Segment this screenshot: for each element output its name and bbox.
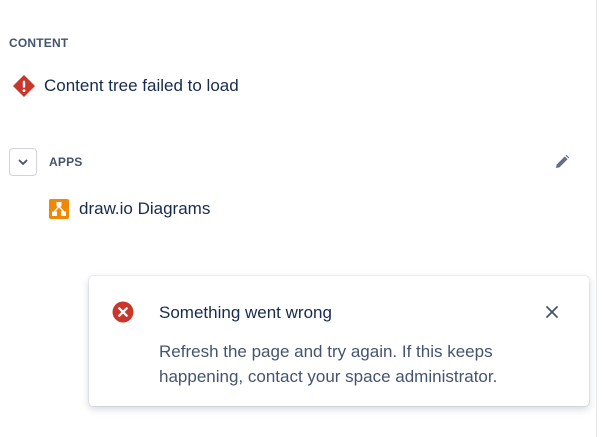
error-flag: Something went wrong Refresh the page an…: [89, 276, 589, 406]
flag-message: Refresh the page and try again. If this …: [159, 342, 498, 386]
chevron-down-icon: [18, 159, 28, 165]
drawio-icon: [49, 199, 69, 219]
content-tree-error: Content tree failed to load: [13, 74, 239, 98]
sidebar-border: [596, 0, 597, 437]
close-icon: [546, 306, 558, 318]
flag-close-button[interactable]: [541, 301, 563, 323]
content-section-heading: CONTENT: [9, 36, 69, 50]
warning-diamond-icon: [13, 75, 35, 97]
sidebar-app-label: draw.io Diagrams: [79, 199, 211, 218]
sidebar-app-drawio[interactable]: draw.io Diagrams: [49, 197, 210, 221]
content-tree-error-text: Content tree failed to load: [44, 76, 239, 95]
flag-title: Something went wrong: [159, 303, 332, 322]
error-circle-icon: [112, 301, 134, 323]
edit-apps-button[interactable]: [552, 152, 572, 172]
apps-section-heading: APPS: [49, 155, 83, 169]
pencil-icon: [556, 154, 570, 168]
apps-collapse-button[interactable]: [9, 148, 37, 176]
